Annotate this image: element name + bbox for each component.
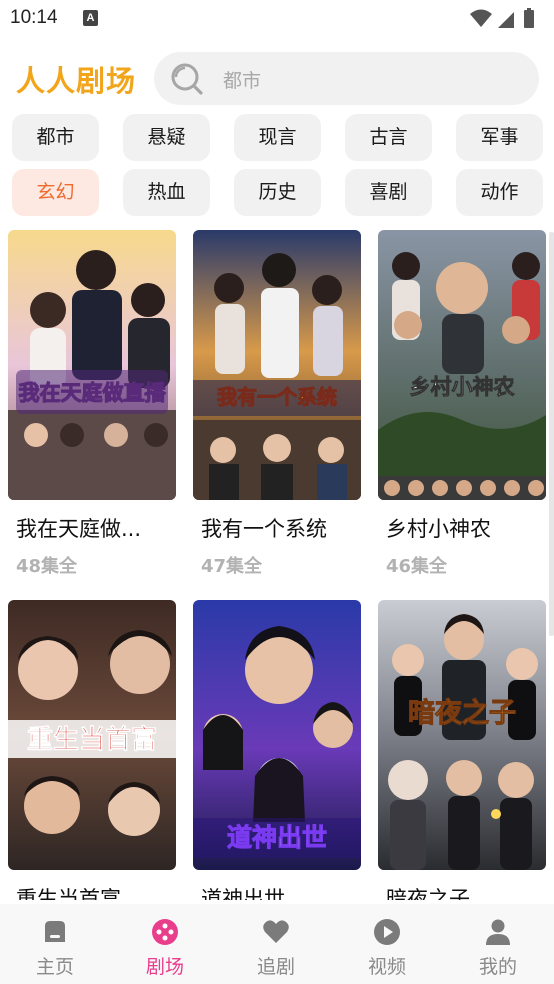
nav-item-profile[interactable]: 我的 — [443, 904, 553, 984]
app-title: 人人剧场 — [16, 64, 137, 98]
battery-icon — [524, 10, 534, 28]
heart-icon[interactable] — [262, 918, 290, 946]
category-chip[interactable]: 都市 — [12, 114, 99, 161]
theater-icon[interactable] — [151, 918, 179, 946]
category-chip[interactable]: 古言 — [345, 114, 432, 161]
episode-count: 48集全 — [16, 556, 78, 577]
signal-icon — [498, 12, 514, 28]
play-icon[interactable] — [373, 918, 401, 946]
poster-title-text: 我有一个系统 — [217, 385, 337, 409]
nav-label: 视频 — [367, 956, 406, 978]
drama-title[interactable]: 重生当首富 — [16, 883, 176, 900]
header: 人人剧场 都市 — [0, 50, 554, 108]
status-time: 10:14 — [10, 7, 58, 28]
nav-item-follow[interactable]: 追剧 — [221, 904, 331, 984]
drama-card[interactable]: 道神出世 道神出世 — [193, 600, 361, 900]
category-chip[interactable]: 悬疑 — [123, 114, 210, 161]
wifi-icon — [470, 9, 492, 27]
drama-poster[interactable]: 我在天庭做直播 — [8, 230, 176, 500]
category-chip[interactable]: 军事 — [456, 114, 543, 161]
drama-card[interactable]: 我在天庭做直播 我在天庭做... 48集全 — [8, 230, 176, 577]
nav-item-video[interactable]: 视频 — [332, 904, 442, 984]
category-grid: 都市 悬疑 现言 古言 军事 玄幻 热血 历史 喜剧 动作 — [12, 114, 543, 216]
episode-count: 47集全 — [201, 556, 263, 577]
nav-label: 剧场 — [145, 956, 184, 978]
drama-card[interactable]: 乡村小神农 乡村小神农 46集全 — [378, 230, 546, 577]
drama-card[interactable]: 我有一个系统 我有一个系统 47集全 — [193, 230, 361, 577]
drama-poster[interactable]: 我有一个系统 — [193, 230, 361, 500]
poster-title-text: 暗夜之子 — [408, 697, 516, 729]
category-chip-active[interactable]: 玄幻 — [12, 169, 99, 216]
category-chip[interactable]: 动作 — [456, 169, 543, 216]
status-bar: 10:14 A — [0, 0, 554, 38]
nav-label: 主页 — [35, 956, 74, 978]
drama-poster[interactable]: 暗夜之子 — [378, 600, 546, 870]
category-chip[interactable]: 喜剧 — [345, 169, 432, 216]
search-input[interactable]: 都市 — [154, 52, 539, 105]
nav-item-theater[interactable]: 剧场 — [110, 904, 220, 984]
category-chip[interactable]: 现言 — [234, 114, 321, 161]
poster-title-text: 我在天庭做直播 — [19, 381, 167, 405]
scrollbar[interactable] — [549, 232, 554, 636]
drama-card[interactable]: 暗夜之子 暗夜之子 — [378, 600, 546, 900]
episode-count: 46集全 — [386, 556, 448, 577]
status-icons — [470, 8, 534, 28]
drama-grid[interactable]: 我在天庭做直播 我在天庭做... 48集全 我有一个系统 我有一个系统 47集全… — [0, 228, 554, 900]
person-icon[interactable] — [484, 918, 512, 946]
poster-title-text: 道神出世 — [227, 823, 327, 852]
poster-title-text: 重生当首富 — [27, 724, 157, 755]
a-letter-icon: A — [83, 10, 98, 26]
drama-poster[interactable]: 重生当首富 — [8, 600, 176, 870]
drama-title[interactable]: 我有一个系统 — [201, 513, 361, 543]
search-placeholder: 都市 — [223, 70, 262, 92]
drama-card[interactable]: 重生当首富 重生当首富 — [8, 600, 176, 900]
drama-title[interactable]: 暗夜之子 — [386, 883, 546, 900]
home-icon[interactable] — [41, 918, 69, 946]
search-icon[interactable] — [170, 62, 204, 96]
nav-label: 追剧 — [256, 956, 295, 978]
bottom-nav: 主页 剧场 追剧 视频 我的 — [0, 904, 554, 984]
category-chip[interactable]: 历史 — [234, 169, 321, 216]
drama-poster[interactable]: 乡村小神农 — [378, 230, 546, 500]
drama-title[interactable]: 道神出世 — [201, 883, 361, 900]
category-chip[interactable]: 热血 — [123, 169, 210, 216]
drama-title[interactable]: 我在天庭做... — [16, 513, 176, 543]
nav-label: 我的 — [478, 956, 517, 978]
nav-item-home[interactable]: 主页 — [0, 904, 110, 984]
drama-poster[interactable]: 道神出世 — [193, 600, 361, 870]
poster-title-text: 乡村小神农 — [410, 375, 515, 399]
drama-title[interactable]: 乡村小神农 — [386, 513, 546, 543]
